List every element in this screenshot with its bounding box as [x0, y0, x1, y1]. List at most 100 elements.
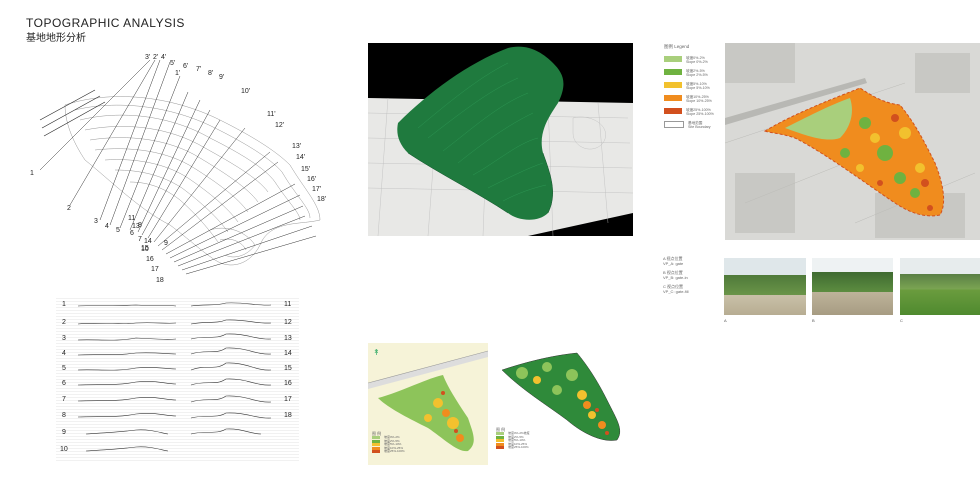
section-label-8p: 8' [208, 70, 214, 77]
north-arrow-icon: ↟ [373, 348, 380, 357]
zoning-legend-item-4: 坡度25%-100% [496, 445, 541, 450]
photo-caption-a: A [724, 318, 727, 323]
site-photo-b [812, 258, 893, 315]
section-label-11p: 11' [267, 111, 276, 118]
photo-caption-c: C [900, 318, 903, 323]
aerial-slope-map [725, 43, 980, 240]
section-label-15: 15 [141, 245, 149, 252]
section-label-5: 5 [116, 227, 120, 234]
legend-swatch-4 [664, 108, 682, 114]
context-legend-swatch-4 [372, 450, 380, 453]
section-profiles-panel: 1 2 3 4 5 6 7 8 9 10 11 12 13 14 15 16 1… [56, 296, 299, 461]
profile-number-3: 3 [62, 335, 66, 342]
section-label-17: 17 [151, 266, 159, 273]
profile-number-16: 16 [284, 380, 292, 387]
section-label-2p: 2' [153, 54, 159, 61]
topographic-sketch-svg [39, 59, 321, 275]
zoning-map-legend: 图 例 坡度0%-2%坡度 坡度2%-5% 坡度5%-10% 坡度10%-25%… [496, 427, 541, 450]
legend-item-3: 坡度10%-25% Slope 10%-25% [664, 95, 712, 103]
profile-number-6: 6 [62, 380, 66, 387]
site-context-map: ↟ 图 例 坡度0%-2% 坡度2%-5% 坡度5%-10% 坡度10%-25%… [368, 343, 488, 465]
photo-note-a: A 视点位置 VP_A: gate [663, 256, 684, 266]
section-label-16p: 16' [307, 176, 317, 183]
profile-number-17: 17 [284, 396, 292, 403]
profile-number-18: 18 [284, 412, 292, 419]
profile-number-8: 8 [62, 412, 66, 419]
section-label-18: 18 [156, 277, 164, 284]
section-label-10p: 10' [241, 88, 251, 95]
section-label-18p: 18' [317, 196, 327, 203]
photo-note-b: B 视点位置 VP_B: gate-in [663, 270, 688, 280]
legend-text-1: 坡度2%-5% Slope 2%-5% [686, 69, 708, 77]
legend-item-5: 基地范围 Site Boundary [664, 121, 711, 129]
section-label-11: 11 [128, 215, 136, 222]
profile-number-2: 2 [62, 319, 66, 326]
legend-text-0: 坡度0%-2% Slope 0%-2% [686, 56, 708, 64]
section-label-14p: 14' [296, 154, 306, 161]
section-label-1p: 1' [175, 70, 181, 77]
profile-number-13: 13 [284, 335, 292, 342]
legend-swatch-0 [664, 56, 682, 62]
photo-caption-b: B [812, 318, 815, 323]
context-legend-text-4: 坡度25%-100% [384, 449, 405, 453]
slope-legend-title: 图例 Legend [664, 44, 690, 49]
context-legend-item-4: 坡度25%-100% [372, 449, 412, 454]
profile-number-12: 12 [284, 319, 292, 326]
section-label-3p: 3' [145, 54, 151, 61]
profile-number-9: 9 [62, 429, 66, 436]
section-profiles-svg [77, 302, 272, 452]
section-label-13: 13 [132, 223, 140, 230]
profile-number-10: 10 [60, 446, 68, 453]
profile-number-7: 7 [62, 396, 66, 403]
zoning-legend-text-4: 坡度25%-100% [508, 445, 529, 449]
context-map-legend: 图 例 坡度0%-2% 坡度2%-5% 坡度5%-10% 坡度10%-25% 坡… [372, 431, 412, 454]
legend-item-2: 坡度5%-10% Slope 5%-10% [664, 82, 710, 90]
section-label-17p: 17' [312, 186, 322, 193]
topographic-sketch: 3' 2' 4' 5' 1' 6' 7' 8' 9' 10' 11' 12' 1… [20, 50, 340, 290]
profile-number-15: 15 [284, 365, 292, 372]
profile-number-4: 4 [62, 350, 66, 357]
section-label-7p: 7' [196, 66, 202, 73]
section-label-16: 16 [146, 256, 154, 263]
legend-swatch-3 [664, 95, 682, 101]
section-label-15p: 15' [301, 166, 311, 173]
section-label-4: 4 [105, 223, 109, 230]
section-label-13p: 13' [292, 143, 302, 150]
legend-swatch-5 [664, 121, 684, 128]
site-photo-a [724, 258, 806, 315]
slope-legend: 图例 Legend 坡度0%-2% Slope 0%-2% 坡度2%-5% Sl… [664, 44, 720, 134]
terrain-model-photo [368, 43, 633, 236]
site-photo-c [900, 258, 980, 315]
aerial-slope-map-svg [725, 43, 976, 238]
zoning-legend-swatch-4 [496, 446, 504, 449]
section-label-6p: 6' [183, 63, 189, 70]
section-label-12p: 12' [275, 122, 285, 129]
legend-swatch-1 [664, 69, 682, 75]
photo-note-c: C 视点位置 VP_C: gate-fill [663, 284, 689, 294]
section-label-9: 9 [164, 240, 168, 247]
legend-text-4: 坡度25%-100% Slope 25%-100% [686, 108, 714, 116]
legend-item-4: 坡度25%-100% Slope 25%-100% [664, 108, 714, 116]
page-title: TOPOGRAPHIC ANALYSIS [26, 16, 185, 30]
profile-number-11: 11 [284, 301, 292, 308]
legend-text-3: 坡度10%-25% Slope 10%-25% [686, 95, 712, 103]
page-subtitle: 基地地形分析 [26, 33, 86, 44]
section-label-14: 14 [144, 238, 152, 245]
profile-number-1: 1 [62, 301, 66, 308]
section-label-7: 7 [138, 236, 142, 243]
terrain-model-svg [368, 46, 633, 236]
section-label-1: 1 [30, 170, 34, 177]
section-label-3: 3 [94, 218, 98, 225]
section-label-4p: 4' [161, 54, 167, 61]
legend-item-1: 坡度2%-5% Slope 2%-5% [664, 69, 708, 77]
section-label-9p: 9' [219, 74, 225, 81]
legend-swatch-2 [664, 82, 682, 88]
legend-text-5: 基地范围 Site Boundary [688, 121, 711, 129]
legend-item-0: 坡度0%-2% Slope 0%-2% [664, 56, 708, 64]
section-label-6: 6 [130, 230, 134, 237]
legend-text-2: 坡度5%-10% Slope 5%-10% [686, 82, 710, 90]
slope-zoning-map: 图 例 坡度0%-2%坡度 坡度2%-5% 坡度5%-10% 坡度10%-25%… [492, 345, 632, 465]
section-label-5p: 5' [170, 60, 176, 67]
profile-number-5: 5 [62, 365, 66, 372]
section-label-2: 2 [67, 205, 71, 212]
